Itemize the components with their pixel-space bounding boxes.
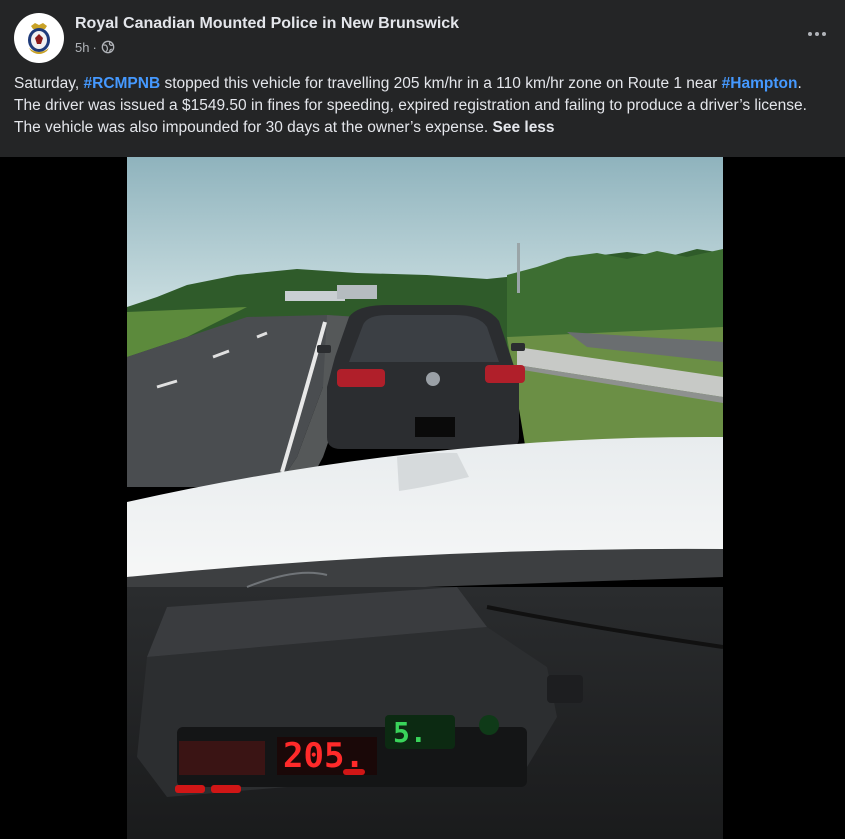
post-message: Saturday, #RCMPNB stopped this vehicle f… xyxy=(14,73,826,139)
radar-secondary-reading: 5. xyxy=(393,716,427,749)
more-options-icon xyxy=(808,32,826,36)
hashtag-rcmpnb-link[interactable]: #RCMPNB xyxy=(84,75,161,92)
traffic-stop-photo: 205. 5. xyxy=(127,157,723,839)
see-less-button[interactable]: See less xyxy=(493,119,555,136)
post-text-part: Saturday, xyxy=(14,75,84,92)
page-name-link[interactable]: Royal Canadian Mounted Police in New Bru… xyxy=(75,15,459,33)
post-header: Royal Canadian Mounted Police in New Bru… xyxy=(0,0,845,64)
post-media: 205. 5. xyxy=(0,157,845,839)
post-meta: 5h · xyxy=(75,38,115,56)
hashtag-hampton-link[interactable]: #Hampton xyxy=(722,75,798,92)
post-timestamp[interactable]: 5h xyxy=(75,40,89,55)
post-photo[interactable]: 205. 5. xyxy=(127,157,723,839)
facebook-post: Royal Canadian Mounted Police in New Bru… xyxy=(0,0,845,839)
page-avatar[interactable] xyxy=(14,13,64,63)
more-options-button[interactable] xyxy=(803,22,831,46)
meta-separator: · xyxy=(92,39,97,55)
rcmp-crest-logo xyxy=(18,17,60,59)
globe-icon[interactable] xyxy=(101,40,115,54)
post-text-part: stopped this vehicle for travelling 205 … xyxy=(160,75,722,92)
